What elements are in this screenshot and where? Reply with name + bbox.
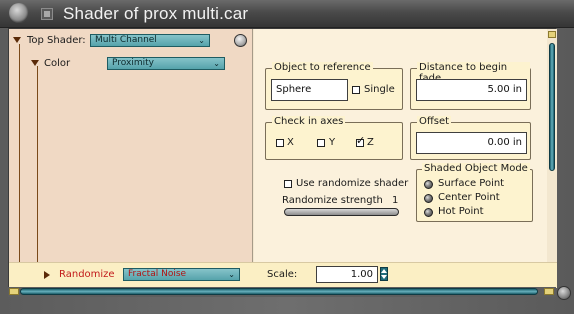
axis-x-label: X <box>287 137 294 148</box>
surface-point-radio[interactable] <box>424 180 433 189</box>
vertical-scroll-thumb[interactable] <box>549 43 555 171</box>
horizontal-scrollbar[interactable] <box>8 287 556 297</box>
center-point-label: Center Point <box>438 192 500 203</box>
expand-arrow-icon[interactable] <box>31 60 39 66</box>
scroll-up-cap[interactable] <box>548 31 556 38</box>
randomize-strength-slider[interactable] <box>284 208 399 216</box>
axis-y-checkbox[interactable] <box>317 139 325 147</box>
randomize-tree-label: Randomize <box>59 269 115 280</box>
vertical-scrollbar[interactable] <box>547 29 557 262</box>
check-axes-group: Check in axes X Y ✓ Z <box>265 116 403 160</box>
expand-arrow-icon[interactable] <box>13 37 21 43</box>
scroll-right-cap[interactable] <box>544 288 554 295</box>
shaded-mode-group: Shaded Object Mode Surface Point Center … <box>416 163 533 222</box>
randomize-shader-dropdown[interactable]: Fractal Noise ⌄ <box>123 268 240 281</box>
offset-group: Offset 0.00 in <box>410 116 531 160</box>
chevron-down-icon: ⌄ <box>198 36 205 45</box>
chevron-down-icon: ⌄ <box>228 270 235 279</box>
scale-label: Scale: <box>267 269 298 280</box>
scroll-left-cap[interactable] <box>9 288 19 295</box>
top-shader-dropdown[interactable]: Multi Channel ⌄ <box>90 34 210 47</box>
object-reference-group: Object to reference Sphere Single <box>265 62 403 110</box>
horizontal-scroll-thumb[interactable] <box>20 288 538 295</box>
center-point-radio[interactable] <box>424 194 433 203</box>
scale-input[interactable]: 1.00 <box>316 266 378 283</box>
hot-point-label: Hot Point <box>438 206 484 217</box>
color-shader-value: Proximity <box>112 58 154 68</box>
distance-fade-input[interactable]: 5.00 in <box>416 79 527 101</box>
single-label: Single <box>364 84 395 95</box>
window-menu-icon[interactable] <box>9 3 29 23</box>
check-axes-title: Check in axes <box>272 116 346 127</box>
chevron-down-icon: ⌄ <box>213 59 220 68</box>
collapse-icon[interactable] <box>42 9 52 19</box>
check-icon: ✓ <box>356 134 366 147</box>
window-title: Shader of prox multi.car <box>63 4 249 23</box>
distance-fade-group: Distance to begin fade 5.00 in <box>410 62 531 110</box>
axis-z-label: Z <box>367 137 374 148</box>
object-reference-title: Object to reference <box>272 62 373 73</box>
single-checkbox[interactable] <box>352 86 360 94</box>
use-randomize-label: Use randomize shader <box>296 178 409 189</box>
shaded-mode-title: Shaded Object Mode <box>422 163 530 174</box>
title-bar: Shader of prox multi.car <box>0 0 574 28</box>
arrow-right-icon <box>44 271 50 279</box>
shader-tree-pane: Top Shader: Multi Channel ⌄ Color Proxim… <box>9 29 253 271</box>
top-shader-label: Top Shader: <box>27 35 86 46</box>
trash-icon[interactable] <box>234 34 247 47</box>
tree-line <box>37 66 38 270</box>
axis-z-checkbox[interactable]: ✓ <box>356 135 365 147</box>
color-shader-dropdown[interactable]: Proximity ⌄ <box>107 57 225 70</box>
use-randomize-checkbox[interactable] <box>284 180 292 188</box>
offset-input[interactable]: 0.00 in <box>416 132 527 154</box>
hot-point-radio[interactable] <box>424 208 433 217</box>
randomize-shader-value: Fractal Noise <box>128 269 187 279</box>
object-reference-input[interactable]: Sphere <box>271 79 348 101</box>
offset-title: Offset <box>417 116 452 127</box>
color-label: Color <box>44 58 71 69</box>
top-shader-value: Multi Channel <box>95 35 157 45</box>
surface-point-label: Surface Point <box>438 178 505 189</box>
shader-editor: Top Shader: Multi Channel ⌄ Color Proxim… <box>8 28 557 288</box>
resize-grip-icon[interactable] <box>557 286 571 300</box>
tree-line <box>19 44 20 270</box>
scale-stepper[interactable] <box>380 267 388 281</box>
axis-x-checkbox[interactable] <box>276 139 284 147</box>
bottom-bar: Randomize Fractal Noise ⌄ Scale: 1.00 <box>9 262 557 288</box>
randomize-strength-label: Randomize strength <box>282 195 383 206</box>
proximity-settings: Object to reference Sphere Single Distan… <box>254 29 547 262</box>
axis-y-label: Y <box>329 137 336 148</box>
randomize-strength-value: 1 <box>392 195 399 206</box>
